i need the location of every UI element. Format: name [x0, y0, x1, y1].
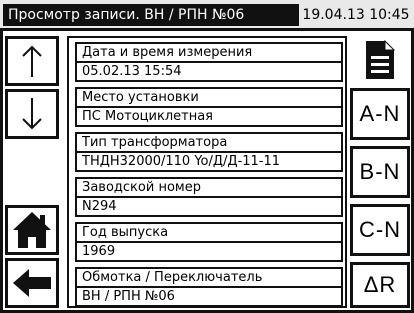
scroll-up-button[interactable] [5, 36, 59, 86]
home-button[interactable] [5, 205, 59, 255]
field-winding-switch: Обмотка / Переключатель ВН / РПН №06 [75, 267, 343, 307]
field-measurement-datetime: Дата и время измерения 05.02.13 15:54 [75, 42, 343, 82]
field-value: N294 [75, 196, 343, 217]
field-value: ТНДН32000/110 Yo/Д/Д-11-11 [75, 151, 343, 172]
field-transformer-type: Тип трансформатора ТНДН32000/110 Yo/Д/Д-… [75, 132, 343, 172]
phase-a-n-button[interactable]: A-N [350, 88, 410, 140]
document-button[interactable] [350, 36, 410, 84]
field-serial-number: Заводской номер N294 [75, 177, 343, 217]
delta-r-label: ΔR [363, 272, 397, 297]
field-label: Дата и время измерения [75, 42, 343, 63]
field-label: Тип трансформатора [75, 132, 343, 153]
phase-b-n-button[interactable]: B-N [350, 146, 410, 198]
field-label: Заводской номер [75, 177, 343, 198]
field-year-of-manufacture: Год выпуска 1969 [75, 222, 343, 262]
field-value: 1969 [75, 241, 343, 262]
field-value: 05.02.13 15:54 [75, 61, 343, 82]
field-value: ПС Мотоциклетная [75, 106, 343, 127]
scroll-down-button[interactable] [5, 89, 59, 139]
field-installation-site: Место установки ПС Мотоциклетная [75, 87, 343, 127]
arrow-left-icon [13, 269, 51, 297]
phase-a-n-label: A-N [359, 101, 401, 126]
title-bar: Просмотр записи. ВН / РПН №06 19.04.13 1… [0, 0, 414, 28]
record-title: Просмотр записи. ВН / РПН №06 [3, 4, 299, 26]
datetime-display: 19.04.13 10:45 [302, 7, 410, 23]
arrow-up-icon [22, 45, 42, 77]
document-icon [366, 40, 395, 79]
field-label: Место установки [75, 87, 343, 108]
back-button[interactable] [5, 258, 59, 308]
phase-c-n-label: C-N [358, 217, 402, 242]
arrow-down-icon [22, 98, 42, 130]
record-details-panel: Дата и время измерения 05.02.13 15:54 Ме… [67, 36, 347, 308]
delta-r-button[interactable]: ΔR [350, 262, 410, 308]
field-label: Обмотка / Переключатель [75, 267, 343, 288]
phase-c-n-button[interactable]: C-N [350, 204, 410, 256]
field-label: Год выпуска [75, 222, 343, 243]
phase-b-n-label: B-N [359, 159, 401, 184]
field-value: ВН / РПН №06 [75, 286, 343, 307]
home-icon [13, 212, 51, 248]
